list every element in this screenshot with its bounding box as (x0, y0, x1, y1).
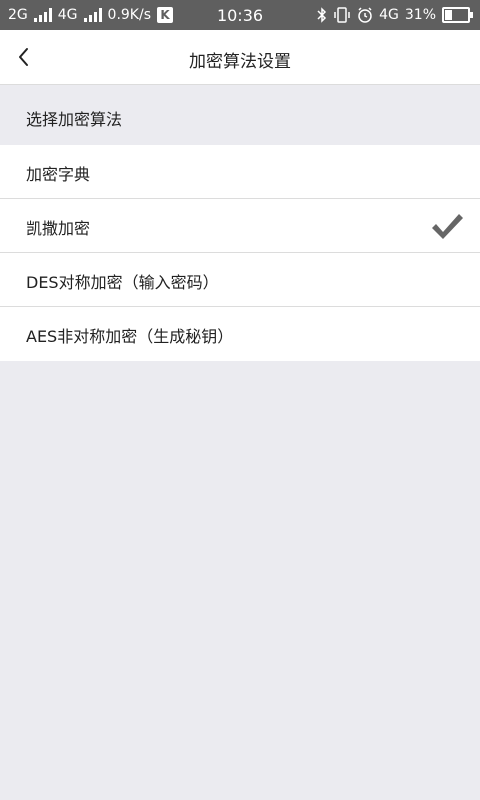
option-dictionary[interactable]: 加密字典 (0, 145, 480, 199)
page-title: 加密算法设置 (189, 52, 291, 72)
alarm-icon (358, 7, 372, 23)
option-label: 凯撒加密 (26, 219, 91, 238)
algorithm-list: 加密字典 凯撒加密 DES对称加密（输入密码） AES非对称加密（生成秘钥） (0, 145, 480, 361)
status-bar: 2G 4G 0.9K/s K 10:36 4G 31% (0, 0, 480, 30)
volte-label: 4G (379, 7, 399, 23)
nav-bar: 加密算法设置 (0, 30, 480, 85)
vibrate-icon (334, 7, 350, 23)
battery-icon (442, 7, 473, 23)
status-right: 4G 31% (317, 0, 473, 30)
option-label: AES非对称加密（生成秘钥） (26, 327, 234, 346)
checkmark-icon (432, 214, 463, 239)
bluetooth-icon (317, 7, 327, 23)
option-caesar[interactable]: 凯撒加密 (0, 199, 480, 253)
option-des[interactable]: DES对称加密（输入密码） (0, 253, 480, 307)
option-label: 加密字典 (26, 165, 91, 184)
option-aes[interactable]: AES非对称加密（生成秘钥） (0, 307, 480, 361)
section-header: 选择加密算法 (0, 85, 480, 145)
option-label: DES对称加密（输入密码） (26, 273, 219, 292)
battery-percent: 31% (404, 7, 436, 23)
section-title: 选择加密算法 (26, 110, 123, 129)
